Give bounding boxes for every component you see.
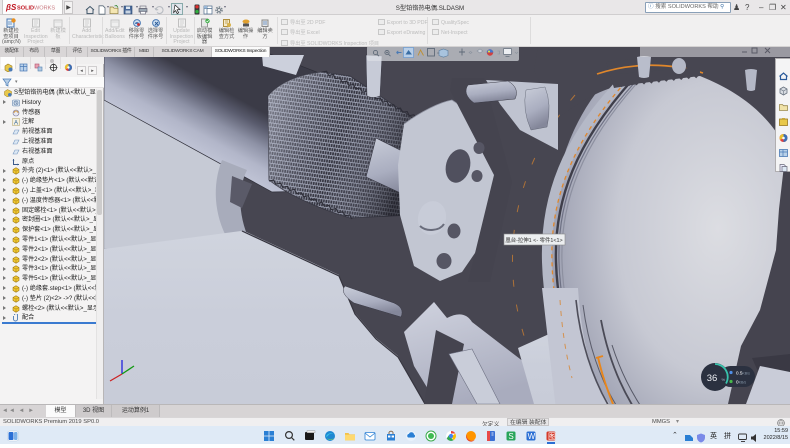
svg-text:0.5KB/s: 0.5KB/s (736, 371, 750, 376)
svg-text:0KB/s: 0KB/s (736, 380, 746, 385)
svg-text:SOLID: SOLID (17, 6, 34, 12)
svg-text:βS: βS (5, 3, 17, 12)
svg-text:W: W (528, 432, 536, 441)
svg-text:%: % (722, 377, 726, 382)
svg-text:S: S (508, 432, 513, 441)
svg-text:凰台-拉伸1 <- 零件1<1>: 凰台-拉伸1 <- 零件1<1> (505, 236, 562, 244)
svg-text:WORKS: WORKS (34, 6, 55, 12)
svg-text:图: 图 (548, 432, 556, 441)
svg-text:36: 36 (707, 373, 718, 384)
svg-text:A: A (14, 121, 18, 127)
